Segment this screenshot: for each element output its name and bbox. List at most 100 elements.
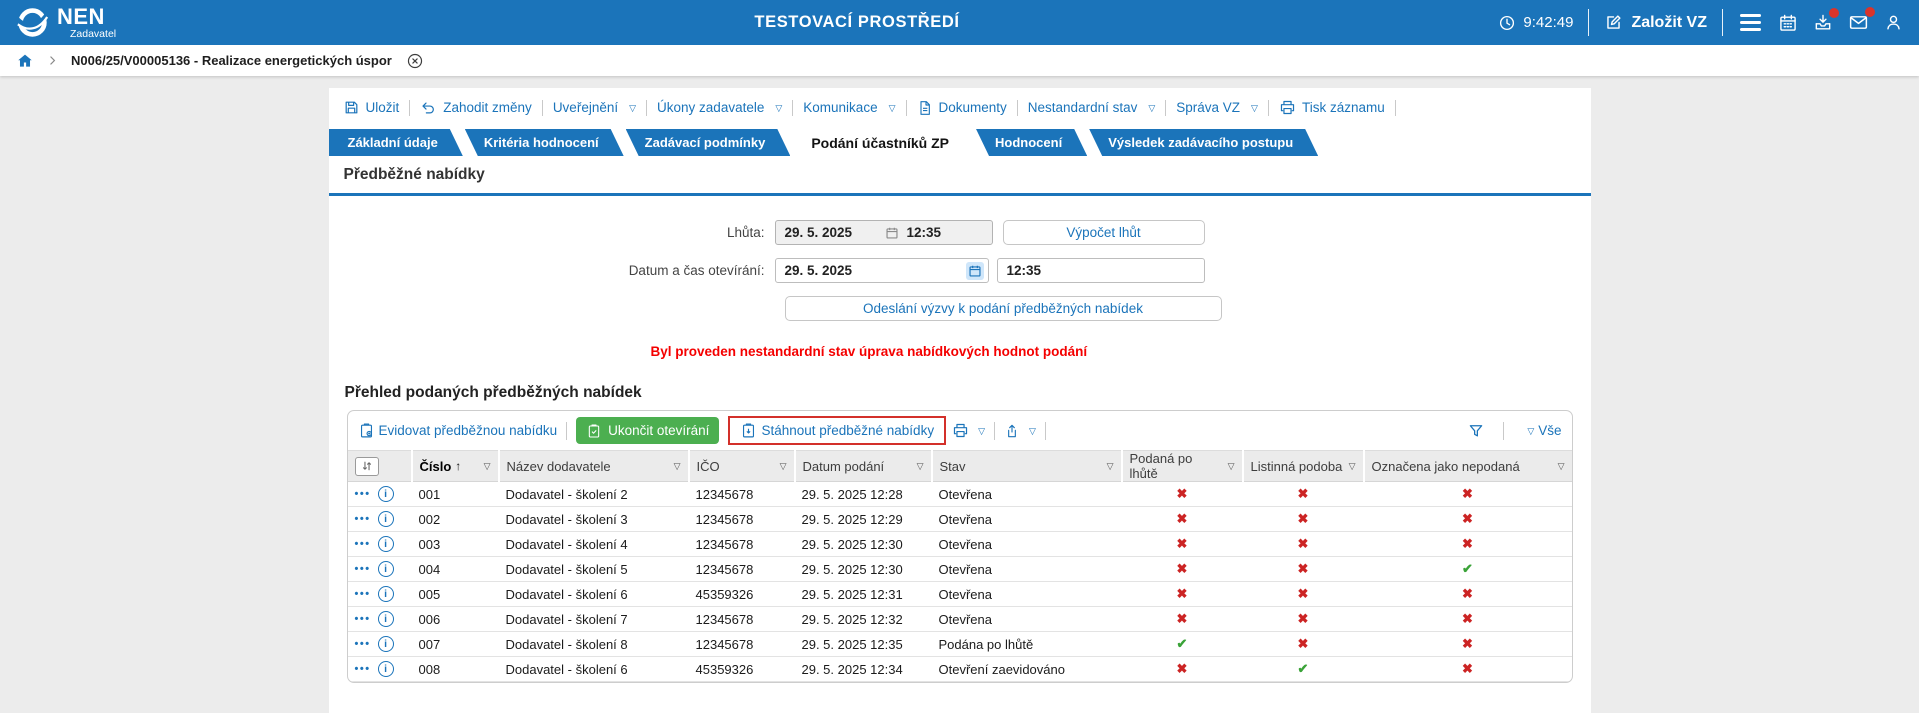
info-icon[interactable]: i: [378, 511, 394, 527]
print-record-button[interactable]: Tisk záznamu: [1279, 99, 1385, 116]
table-row[interactable]: ••• i 007 Dodavatel - školení 8 12345678…: [348, 632, 1572, 657]
row-actions-icon[interactable]: •••: [355, 538, 371, 550]
column-header-ico[interactable]: IČO▽: [689, 451, 795, 482]
cell-stav: Otevřena: [932, 482, 1122, 507]
row-actions-icon[interactable]: •••: [355, 663, 371, 675]
calendar-icon[interactable]: [1778, 13, 1798, 33]
column-header-stav[interactable]: Stav▽: [932, 451, 1122, 482]
table-row[interactable]: ••• i 003 Dodavatel - školení 4 12345678…: [348, 532, 1572, 557]
create-vz-button[interactable]: Založit VZ: [1604, 13, 1707, 32]
nen-logo[interactable]: NEN Zadavatel: [16, 6, 116, 40]
table-row[interactable]: ••• i 004 Dodavatel - školení 5 12345678…: [348, 557, 1572, 582]
tab[interactable]: Hodnocení: [976, 129, 1087, 156]
column-header-nepodana[interactable]: Označena jako nepodaná▽: [1364, 451, 1572, 482]
clipboard-icon: [586, 423, 602, 439]
offers-list-title: Přehled podaných předběžných nabídek: [345, 384, 1591, 402]
row-actions-icon[interactable]: •••: [355, 638, 371, 650]
grid-print-button[interactable]: ▽: [952, 422, 985, 439]
column-settings-icon[interactable]: [355, 457, 379, 476]
row-actions-icon[interactable]: •••: [355, 488, 371, 500]
discard-changes-button[interactable]: Zahodit změny: [420, 99, 532, 116]
grid-export-button[interactable]: ▽: [1004, 423, 1036, 439]
contracting-acts-menu[interactable]: Úkony zadavatele▽: [657, 100, 782, 115]
row-actions-icon[interactable]: •••: [355, 513, 371, 525]
documents-button[interactable]: Dokumenty: [917, 100, 1007, 116]
filter-caret-icon[interactable]: ▽: [1349, 461, 1356, 472]
topbar-divider: [1722, 9, 1723, 36]
cell-podana-po-lhute: ✖: [1122, 582, 1243, 607]
deadline-field[interactable]: 29. 5. 2025 12:35: [775, 220, 993, 245]
row-actions-icon[interactable]: •••: [355, 613, 371, 625]
filter-caret-icon[interactable]: ▽: [917, 461, 924, 472]
home-icon[interactable]: [16, 52, 34, 70]
cell-ico: 12345678: [689, 632, 795, 657]
table-row[interactable]: ••• i 002 Dodavatel - školení 3 12345678…: [348, 507, 1572, 532]
filter-caret-icon[interactable]: ▽: [780, 461, 787, 472]
opening-time-input[interactable]: 12:35: [997, 258, 1205, 283]
filter-caret-icon[interactable]: ▽: [1107, 461, 1114, 472]
communication-menu[interactable]: Komunikace▽: [803, 100, 895, 115]
filter-caret-icon[interactable]: ▽: [674, 461, 681, 472]
downloads-tray-icon[interactable]: [1813, 13, 1833, 33]
column-header-cislo[interactable]: Číslo↑▽: [412, 451, 499, 482]
tab[interactable]: Výsledek zadávacího postupu: [1089, 129, 1318, 156]
calculate-deadlines-button[interactable]: Výpočet lhůt: [1003, 220, 1205, 245]
column-header-datum[interactable]: Datum podání▽: [795, 451, 932, 482]
cell-listinna-podoba: ✔: [1243, 657, 1364, 682]
messages-icon[interactable]: [1848, 12, 1869, 33]
tab[interactable]: Základní údaje: [329, 129, 463, 156]
info-icon[interactable]: i: [378, 486, 394, 502]
filter-caret-icon[interactable]: ▽: [1558, 461, 1565, 472]
undo-icon: [420, 99, 437, 116]
session-clock: 9:42:49: [1498, 14, 1573, 32]
info-icon[interactable]: i: [378, 536, 394, 552]
table-row[interactable]: ••• i 008 Dodavatel - školení 6 45359326…: [348, 657, 1572, 682]
vz-administration-menu[interactable]: Správa VZ▽: [1176, 100, 1258, 115]
chevron-down-icon: ▽: [1527, 426, 1534, 437]
download-offers-button[interactable]: Stáhnout předběžné nabídky: [740, 422, 934, 439]
info-icon[interactable]: i: [378, 586, 394, 602]
offers-table: Číslo↑▽ Název dodavatele▽ IČO▽ Datum pod…: [348, 450, 1572, 682]
opening-date-input[interactable]: 29. 5. 2025: [775, 258, 989, 283]
tab[interactable]: Kritéria hodnocení: [465, 129, 624, 156]
filter-caret-icon[interactable]: ▽: [484, 461, 491, 472]
cell-ico: 45359326: [689, 657, 795, 682]
send-invitation-button[interactable]: Odeslání výzvy k podání předběžných nabí…: [785, 296, 1222, 321]
tab[interactable]: Zadávací podmínky: [626, 129, 791, 156]
nonstandard-state-menu[interactable]: Nestandardní stav▽: [1028, 100, 1155, 115]
filter-caret-icon[interactable]: ▽: [1228, 461, 1235, 472]
table-row[interactable]: ••• i 005 Dodavatel - školení 6 45359326…: [348, 582, 1572, 607]
save-button[interactable]: Uložit: [343, 99, 400, 116]
info-icon[interactable]: i: [378, 611, 394, 627]
cell-dodavatel: Dodavatel - školení 7: [499, 607, 689, 632]
cell-podana-po-lhute: ✖: [1122, 482, 1243, 507]
column-settings-header[interactable]: [348, 451, 412, 482]
breadcrumb-record-tab[interactable]: N006/25/V00005136 - Realizace energetick…: [71, 53, 392, 68]
cell-listinna-podoba: ✖: [1243, 632, 1364, 657]
register-offer-button[interactable]: Evidovat předběžnou nabídku: [358, 422, 558, 439]
info-icon[interactable]: i: [378, 661, 394, 677]
date-picker-icon[interactable]: [966, 262, 984, 280]
info-icon[interactable]: i: [378, 561, 394, 577]
cell-podana-po-lhute: ✖: [1122, 532, 1243, 557]
table-row[interactable]: ••• i 001 Dodavatel - školení 2 12345678…: [348, 482, 1572, 507]
cell-datum: 29. 5. 2025 12:34: [795, 657, 932, 682]
column-header-listinna[interactable]: Listinná podoba▽: [1243, 451, 1364, 482]
finish-opening-button[interactable]: Ukončit otevírání: [576, 417, 719, 444]
cell-stav: Otevřena: [932, 507, 1122, 532]
menu-icon[interactable]: [1738, 12, 1763, 33]
row-actions-icon[interactable]: •••: [355, 563, 371, 575]
column-header-po-lhute[interactable]: Podaná po lhůtě▽: [1122, 451, 1243, 482]
publication-menu[interactable]: Uveřejnění▽: [553, 100, 636, 115]
filter-preset-all[interactable]: ▽ Vše: [1522, 423, 1561, 438]
filter-icon[interactable]: [1467, 422, 1485, 440]
table-row[interactable]: ••• i 006 Dodavatel - školení 7 12345678…: [348, 607, 1572, 632]
close-record-icon[interactable]: [406, 52, 424, 70]
column-header-dodavatel[interactable]: Název dodavatele▽: [499, 451, 689, 482]
row-actions-icon[interactable]: •••: [355, 588, 371, 600]
user-icon[interactable]: [1884, 13, 1903, 32]
info-icon[interactable]: i: [378, 636, 394, 652]
tab[interactable]: Podání účastníků ZP: [792, 129, 974, 156]
breadcrumb: N006/25/V00005136 - Realizace energetick…: [0, 45, 1919, 76]
cell-oznacena-nepodana: ✖: [1364, 582, 1572, 607]
